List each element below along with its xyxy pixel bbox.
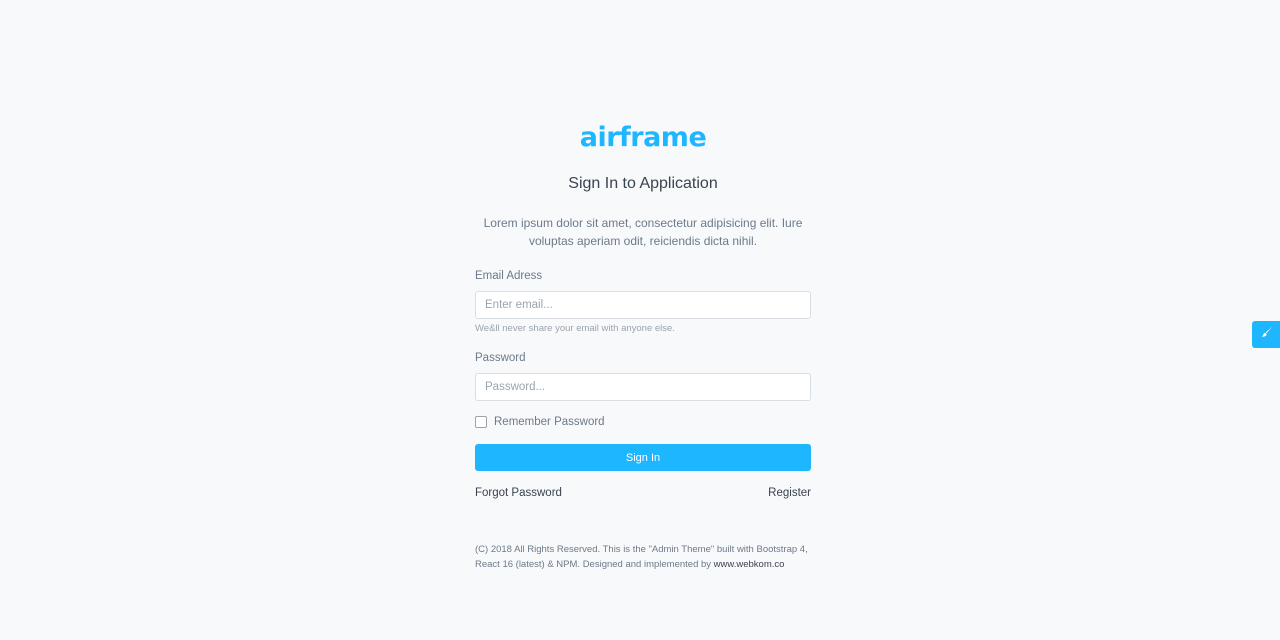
email-label: Email Adress — [475, 270, 543, 282]
login-panel: airframe Sign In to Application Lorem ip… — [475, 118, 811, 572]
page-description: Lorem ipsum dolor sit amet, consectetur … — [483, 216, 803, 248]
paint-brush-icon — [1260, 326, 1273, 344]
password-label: Password — [475, 352, 526, 364]
email-field[interactable] — [475, 291, 811, 319]
remember-password-row: Remember Password — [475, 414, 811, 430]
theme-settings-tab[interactable] — [1252, 321, 1280, 348]
footer-copyright: (C) 2018 All Rights Reserved. This is th… — [475, 542, 811, 572]
remember-password-label[interactable]: Remember Password — [494, 416, 605, 428]
forgot-password-link[interactable]: Forgot Password — [475, 486, 562, 500]
remember-password-checkbox[interactable] — [475, 416, 487, 428]
register-link[interactable]: Register — [768, 486, 811, 500]
sign-in-button[interactable]: Sign In — [475, 444, 811, 471]
page-title: Sign In to Application — [568, 175, 718, 192]
webkom-link[interactable]: www.webkom.co — [714, 559, 785, 570]
airframe-logo: airframe — [579, 122, 707, 153]
password-field[interactable] — [475, 373, 811, 401]
email-help-text: We&ll never share your email with anyone… — [475, 323, 675, 334]
auth-links: Forgot Password Register — [475, 486, 811, 500]
login-page: airframe Sign In to Application Lorem ip… — [0, 0, 1280, 640]
